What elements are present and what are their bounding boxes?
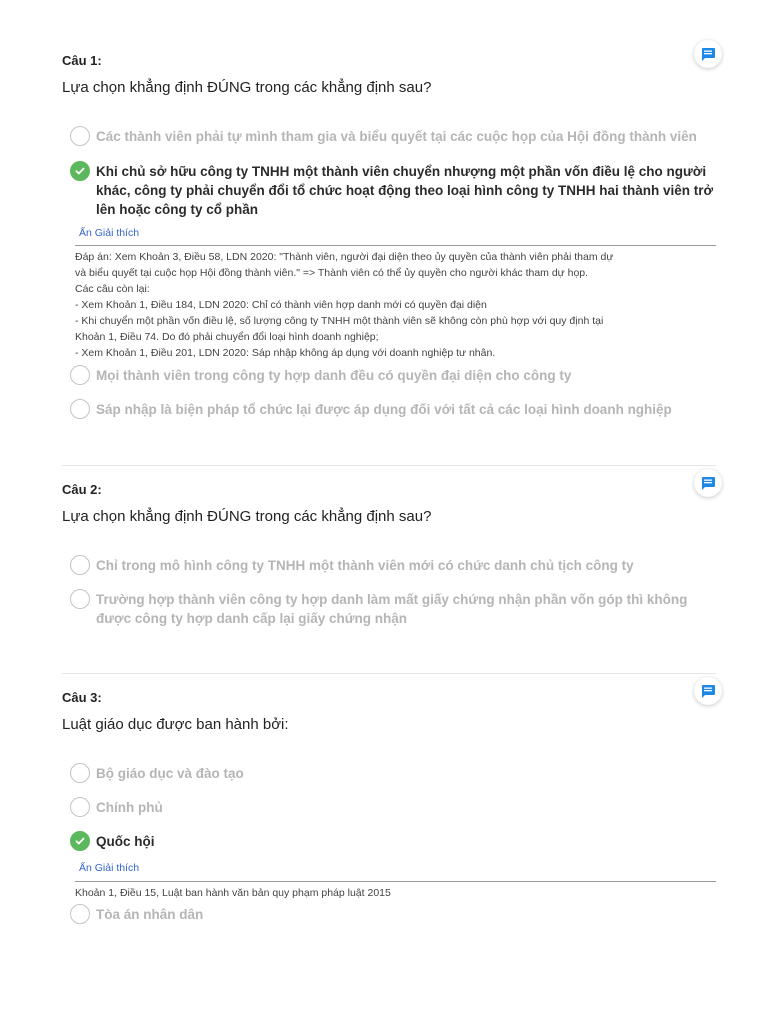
check-icon — [75, 837, 85, 845]
question-title: Lựa chọn khẳng định ĐÚNG trong các khẳng… — [62, 79, 432, 96]
option-3b[interactable]: Chính phủ — [70, 797, 716, 817]
divider — [62, 465, 716, 466]
option-1d[interactable]: Sáp nhập là biện pháp tổ chức lại được á… — [70, 399, 716, 419]
option-2a[interactable]: Chỉ trong mô hình công ty TNHH một thành… — [70, 555, 716, 575]
option-text: Mọi thành viên trong công ty hợp danh đề… — [96, 368, 572, 383]
explanation-line: - Khi chuyển một phần vốn điều lệ, số lư… — [75, 315, 604, 327]
option-1b[interactable]: Khi chủ sở hữu công ty TNHH một thành vi… — [70, 161, 716, 219]
option-text: Chỉ trong mô hình công ty TNHH một thành… — [96, 558, 634, 573]
divider — [62, 673, 716, 674]
hide-explanation-link[interactable]: Ẩn Giải thích — [79, 862, 139, 874]
option-2b[interactable]: Trường hợp thành viên công ty hợp danh l… — [70, 589, 716, 628]
question-2: Câu 2: Lựa chọn khẳng định ĐÚNG trong cá… — [62, 469, 722, 626]
radio-button[interactable] — [70, 126, 90, 146]
option-3d[interactable]: Tòa án nhân dân — [70, 904, 716, 924]
option-1c[interactable]: Mọi thành viên trong công ty hợp danh đề… — [70, 365, 716, 385]
option-1a[interactable]: Các thành viên phải tự mình tham gia và … — [70, 126, 716, 146]
option-3a[interactable]: Bộ giáo dục và đào tạo — [70, 763, 716, 783]
option-text: Quốc hội — [96, 834, 155, 849]
question-title: Luật giáo dục được ban hành bởi: — [62, 716, 289, 733]
question-1: Câu 1: Lựa chọn khẳng định ĐÚNG trong cá… — [62, 40, 722, 419]
comment-button[interactable] — [694, 677, 722, 705]
comment-icon — [702, 48, 715, 61]
comment-icon — [702, 685, 715, 698]
option-text: Trường hợp thành viên công ty hợp danh l… — [96, 592, 688, 626]
option-text: Bộ giáo dục và đào tạo — [96, 766, 244, 781]
radio-button-checked[interactable] — [70, 831, 90, 851]
comment-button[interactable] — [694, 40, 722, 68]
explanation-line: Khoản 1, Điều 74. Do đó phải chuyển đổi … — [75, 331, 379, 343]
explanation-line: - Xem Khoản 1, Điều 201, LDN 2020: Sáp n… — [75, 347, 496, 359]
option-text: Các thành viên phải tự mình tham gia và … — [96, 129, 697, 144]
option-3c[interactable]: Quốc hội — [70, 831, 716, 851]
option-text: Sáp nhập là biện pháp tổ chức lại được á… — [96, 402, 672, 417]
explanation-line: Khoản 1, Điều 15, Luật ban hành văn bản … — [75, 887, 391, 899]
option-text: Khi chủ sở hữu công ty TNHH một thành vi… — [96, 164, 714, 217]
explanation-line: - Xem Khoản 1, Điều 184, LDN 2020: Chỉ c… — [75, 299, 487, 311]
question-3: Câu 3: Luật giáo dục được ban hành bởi: … — [62, 677, 722, 924]
radio-button[interactable] — [70, 763, 90, 783]
question-label: Câu 3: — [62, 690, 102, 705]
explanation: Đáp án: Xem Khoản 3, Điều 58, LDN 2020: … — [75, 245, 716, 361]
hide-explanation-link[interactable]: Ẩn Giải thích — [79, 227, 139, 239]
question-title: Lựa chọn khẳng định ĐÚNG trong các khẳng… — [62, 508, 432, 525]
radio-button[interactable] — [70, 904, 90, 924]
radio-button-checked[interactable] — [70, 161, 90, 181]
comment-button[interactable] — [694, 469, 722, 497]
radio-button[interactable] — [70, 555, 90, 575]
question-label: Câu 2: — [62, 482, 102, 497]
option-text: Tòa án nhân dân — [96, 907, 204, 922]
radio-button[interactable] — [70, 797, 90, 817]
explanation-line: Các câu còn lại: — [75, 283, 150, 295]
comment-icon — [702, 477, 715, 490]
radio-button[interactable] — [70, 365, 90, 385]
explanation-line: Đáp án: Xem Khoản 3, Điều 58, LDN 2020: … — [75, 251, 614, 263]
check-icon — [75, 167, 85, 175]
option-text: Chính phủ — [96, 800, 163, 815]
radio-button[interactable] — [70, 399, 90, 419]
question-label: Câu 1: — [62, 53, 102, 68]
radio-button[interactable] — [70, 589, 90, 609]
explanation-line: và biểu quyết tại cuộc họp Hội đồng thàn… — [75, 267, 589, 279]
explanation: Khoản 1, Điều 15, Luật ban hành văn bản … — [75, 881, 716, 901]
